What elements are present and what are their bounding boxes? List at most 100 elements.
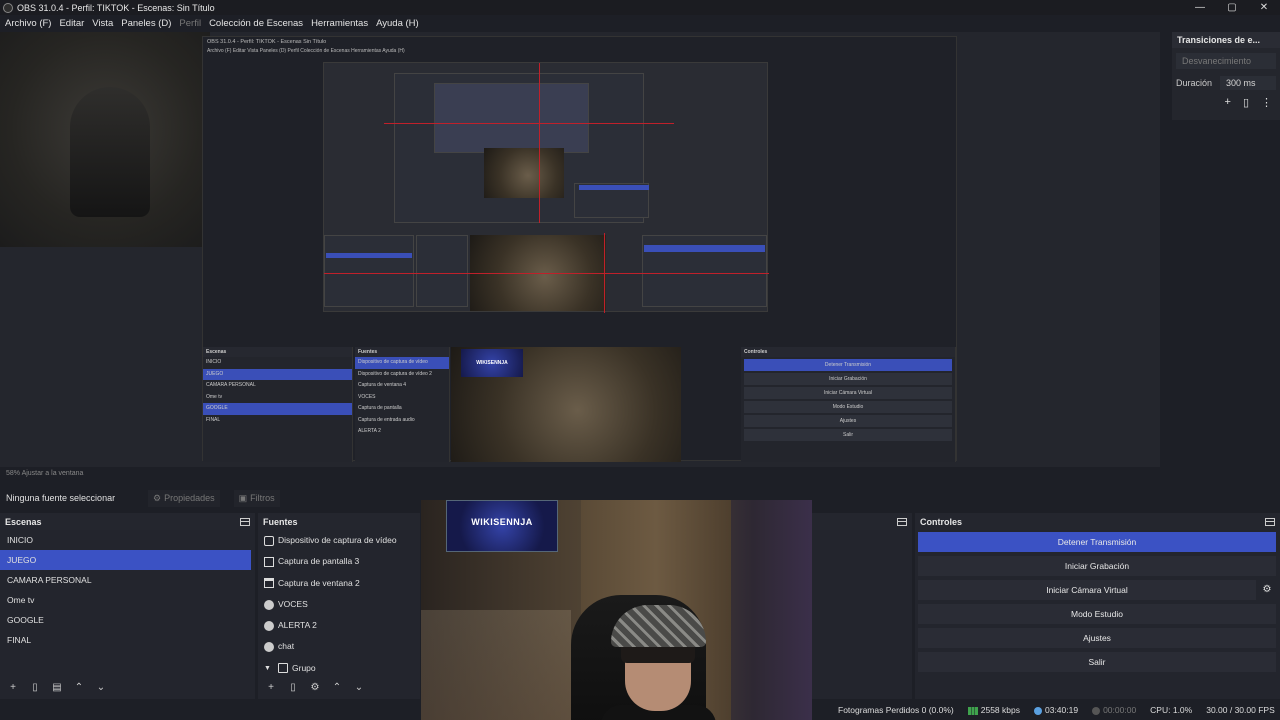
scene-item-google[interactable]: GOOGLE	[0, 610, 255, 630]
guide-line	[324, 273, 769, 274]
add-icon[interactable]: +	[6, 682, 20, 693]
properties-label: Propiedades	[164, 493, 215, 503]
scene-item-final[interactable]: FINAL	[0, 630, 255, 650]
nested-window-title: OBS 31.0.4 - Perfil: TIKTOK - Escenas Si…	[207, 39, 327, 45]
trash-icon[interactable]: ▯	[286, 682, 300, 693]
bitrate-indicator: 2558 kbps	[967, 705, 1020, 715]
add-icon[interactable]: +	[1225, 96, 1231, 109]
properties-button[interactable]: ⚙ Propiedades	[148, 489, 220, 507]
nested-source-item: VOCES	[358, 393, 376, 400]
monitor-icon	[264, 556, 274, 567]
virtual-camera-label: Iniciar Cámara Virtual	[1046, 585, 1128, 595]
audio-mixer-header	[812, 513, 912, 530]
filters-label: Filtros	[250, 493, 275, 503]
source-item[interactable]: Captura de ventana 2	[258, 573, 420, 594]
recursive-preview	[434, 83, 589, 153]
recursive-sources	[416, 235, 468, 307]
settings-button[interactable]: Ajustes	[918, 628, 1276, 648]
window-title: OBS 31.0.4 - Perfil: TIKTOK - Escenas: S…	[17, 2, 215, 13]
audio-input-icon	[264, 642, 274, 653]
title-bar: OBS 31.0.4 - Perfil: TIKTOK - Escenas: S…	[0, 0, 1280, 15]
exit-button[interactable]: Salir	[918, 652, 1276, 672]
undock-icon[interactable]	[897, 517, 907, 526]
move-up-icon[interactable]: ⌃	[330, 682, 344, 693]
source-label: Captura de pantalla 3	[278, 556, 360, 567]
source-item[interactable]: Dispositivo de captura de vídeo	[258, 530, 420, 551]
bitrate-value: 2558 kbps	[980, 705, 1020, 715]
nested-sign: WIKISENNJA	[461, 349, 523, 377]
nested-control-button: Salir	[744, 429, 952, 441]
guide-line	[539, 63, 540, 223]
menu-ayuda[interactable]: Ayuda (H)	[376, 18, 419, 29]
neon-sign: WIKISENNJA	[446, 500, 558, 552]
audio-input-icon	[264, 599, 274, 610]
duration-input[interactable]: 300 ms	[1220, 76, 1277, 90]
source-item[interactable]: VOCES	[258, 594, 420, 615]
undock-icon[interactable]	[240, 517, 250, 526]
move-up-icon[interactable]: ⌃	[72, 682, 86, 693]
signal-bars-icon	[967, 706, 978, 715]
minimize-icon[interactable]: —	[1184, 0, 1216, 15]
nested-control-button: Iniciar Grabación	[744, 373, 952, 385]
move-down-icon[interactable]: ⌄	[94, 682, 108, 693]
recursive-scenes	[324, 235, 414, 307]
menu-coleccion-escenas[interactable]: Colección de Escenas	[209, 18, 303, 29]
start-recording-button[interactable]: Iniciar Grabación	[918, 556, 1276, 576]
gear-icon[interactable]: ⚙	[1258, 580, 1276, 600]
menu-vista[interactable]: Vista	[92, 18, 113, 29]
program-preview[interactable]: OBS 31.0.4 - Perfil: TIKTOK - Escenas Si…	[0, 32, 1160, 467]
filter-icon[interactable]: ▤	[50, 682, 64, 693]
nested-scene-item: GOOGLE	[203, 403, 352, 415]
maximize-icon[interactable]: ▢	[1216, 0, 1248, 15]
transition-tools: + ▯ ⋮	[1172, 96, 1280, 109]
menu-paneles[interactable]: Paneles (D)	[121, 18, 171, 29]
nested-scene-item: CAMARA PERSONAL	[206, 382, 256, 388]
nested-sources-dock: Fuentes Dispositivo de captura de vídeo …	[355, 347, 450, 462]
studio-mode-button[interactable]: Modo Estudio	[918, 604, 1276, 624]
nested-controls-title: Controles	[741, 347, 955, 357]
stop-streaming-button[interactable]: Detener Transmisión	[918, 532, 1276, 552]
close-icon[interactable]: ✕	[1248, 0, 1280, 15]
scenes-dock: Escenas INICIO JUEGO CAMARA PERSONAL Ome…	[0, 513, 255, 699]
window-controls: — ▢ ✕	[1184, 0, 1280, 15]
zoom-bar[interactable]: 58% Ajustar a la ventana	[0, 467, 1160, 481]
more-icon[interactable]: ⋮	[1261, 96, 1272, 109]
duration-label: Duración	[1176, 78, 1213, 88]
nested-control-button: Modo Estudio	[744, 401, 952, 413]
move-down-icon[interactable]: ⌄	[352, 682, 366, 693]
sources-dock: Fuentes Dispositivo de captura de vídeo …	[258, 513, 420, 699]
nested-webcam: WIKISENNJA	[451, 347, 681, 462]
start-virtual-camera-button[interactable]: Iniciar Cámara Virtual ⚙	[918, 580, 1271, 600]
scene-item-juego[interactable]: JUEGO	[0, 550, 251, 570]
scenes-toolbar: + ▯ ▤ ⌃ ⌄	[0, 675, 255, 699]
nested-scene-item: INICIO	[206, 359, 222, 365]
streamer-cap	[611, 605, 706, 647]
menu-editar[interactable]: Editar	[59, 18, 84, 29]
source-item[interactable]: chat	[258, 636, 420, 657]
source-label: ALERTA 2	[278, 620, 317, 631]
fps-display: 30.00 / 30.00 FPS	[1206, 705, 1275, 715]
source-item[interactable]: Captura de pantalla 3	[258, 551, 420, 572]
source-item[interactable]: ALERTA 2	[258, 615, 420, 636]
menu-herramientas[interactable]: Herramientas	[311, 18, 368, 29]
transition-select[interactable]: Desvanecimiento	[1176, 53, 1276, 69]
menu-perfil[interactable]: Perfil	[179, 18, 201, 29]
source-label: Captura de ventana 2	[278, 577, 360, 588]
undock-icon[interactable]	[1265, 517, 1275, 526]
gear-icon[interactable]: ⚙	[308, 682, 322, 693]
scene-item-inicio[interactable]: INICIO	[0, 530, 255, 550]
folder-icon	[278, 663, 288, 674]
menu-archivo[interactable]: Archivo (F)	[5, 18, 51, 29]
trash-icon[interactable]: ▯	[1243, 96, 1249, 109]
scene-item-ome-tv[interactable]: Ome tv	[0, 590, 255, 610]
webcam-overlay: WIKISENNJA	[421, 500, 812, 720]
add-icon[interactable]: +	[264, 682, 278, 693]
trash-icon[interactable]: ▯	[28, 682, 42, 693]
scene-item-camara-personal[interactable]: CAMARA PERSONAL	[0, 570, 255, 590]
nested-source-item: Dispositivo de captura de vídeo	[355, 357, 449, 369]
menu-bar: Archivo (F) Editar Vista Paneles (D) Per…	[0, 15, 1280, 32]
transition-duration-row: Duración 300 ms	[1172, 74, 1280, 92]
guide-line	[604, 233, 605, 313]
stream-time: 03:40:19	[1044, 705, 1079, 715]
filters-button[interactable]: ▣ Filtros	[233, 489, 280, 507]
